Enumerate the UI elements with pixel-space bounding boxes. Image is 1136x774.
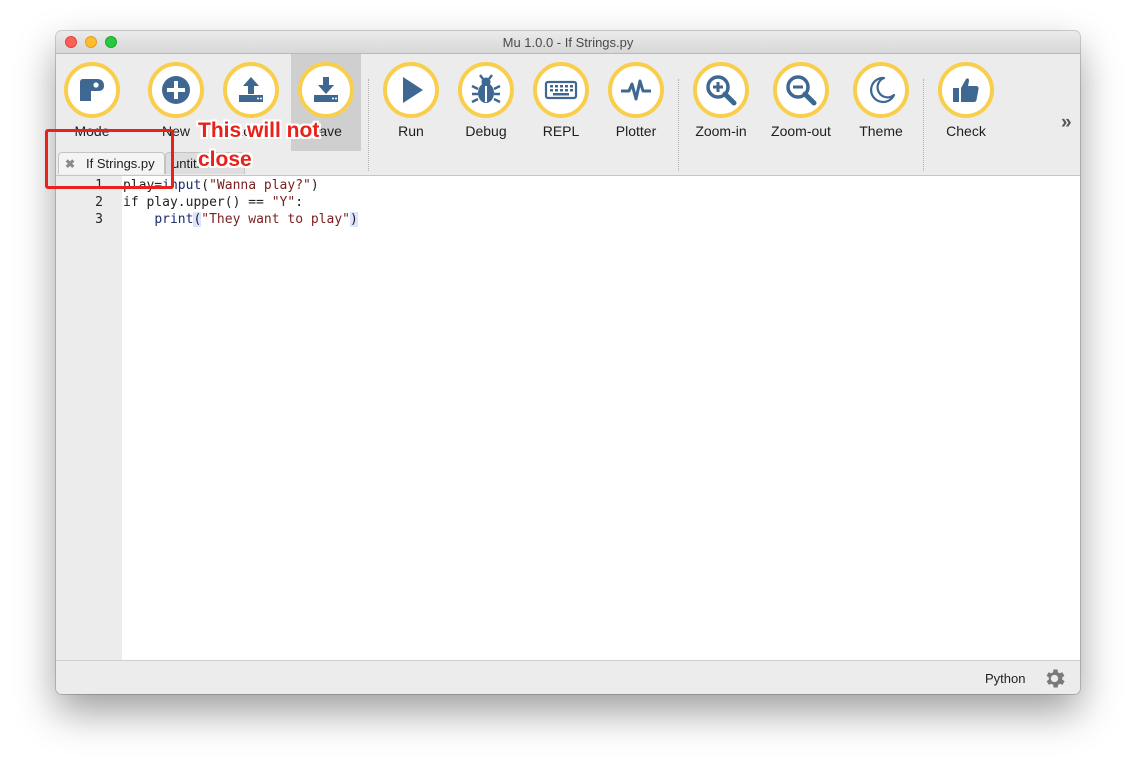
window-title: Mu 1.0.0 - If Strings.py [502,35,634,50]
pulse-icon [608,62,664,118]
theme-button[interactable]: Theme [846,54,916,151]
moon-icon [853,62,909,118]
zoom-in-label: Zoom-in [695,123,747,139]
check-label: Check [946,123,986,139]
zoom-out-icon [773,62,829,118]
check-button[interactable]: Check [931,54,1001,151]
status-bar: Python [56,660,1080,694]
zoom-in-icon [693,62,749,118]
code-line[interactable]: print("They want to play") [123,212,358,227]
tab-label: If Strings.py [86,156,155,171]
upload-icon [223,62,279,118]
bug-icon [458,62,514,118]
code-line[interactable]: if play.upper() == "Y": [123,195,303,210]
thumbs-up-icon [938,62,994,118]
theme-label: Theme [859,123,903,139]
zoom-out-button[interactable]: Zoom-out [766,54,836,151]
plotter-label: Plotter [615,123,657,139]
plotter-button[interactable]: Plotter [601,54,671,151]
zoom-in-button[interactable]: Zoom-in [686,54,756,151]
run-label: Run [398,123,424,139]
play-icon [383,62,439,118]
run-button[interactable]: Run [376,54,446,151]
line-number-gutter: 1 2 3 [56,176,122,660]
download-icon [298,62,354,118]
line-number: 3 [95,212,103,227]
close-tab-icon[interactable]: ✖ [65,157,77,171]
repl-label: REPL [542,123,580,139]
annotation-text: This will not [198,119,320,142]
annotation-text: close [198,148,252,171]
plus-icon [148,62,204,118]
zoom-out-label: Zoom-out [771,123,831,139]
more-tools-icon[interactable]: » [1061,112,1071,134]
current-mode-label: Python [985,671,1026,686]
keyboard-icon [533,62,589,118]
debug-button[interactable]: Debug [451,54,521,151]
repl-button[interactable]: REPL [526,54,596,151]
mode-icon [64,62,120,118]
tab-if-strings[interactable]: ✖ If Strings.py [58,152,165,174]
gear-icon[interactable] [1042,666,1067,691]
code-editor[interactable]: 1 2 3 play=input("Wanna play?") if play.… [56,176,1080,660]
debug-label: Debug [465,123,507,139]
title-bar: Mu 1.0.0 - If Strings.py [56,31,1080,54]
line-number: 2 [95,195,103,210]
